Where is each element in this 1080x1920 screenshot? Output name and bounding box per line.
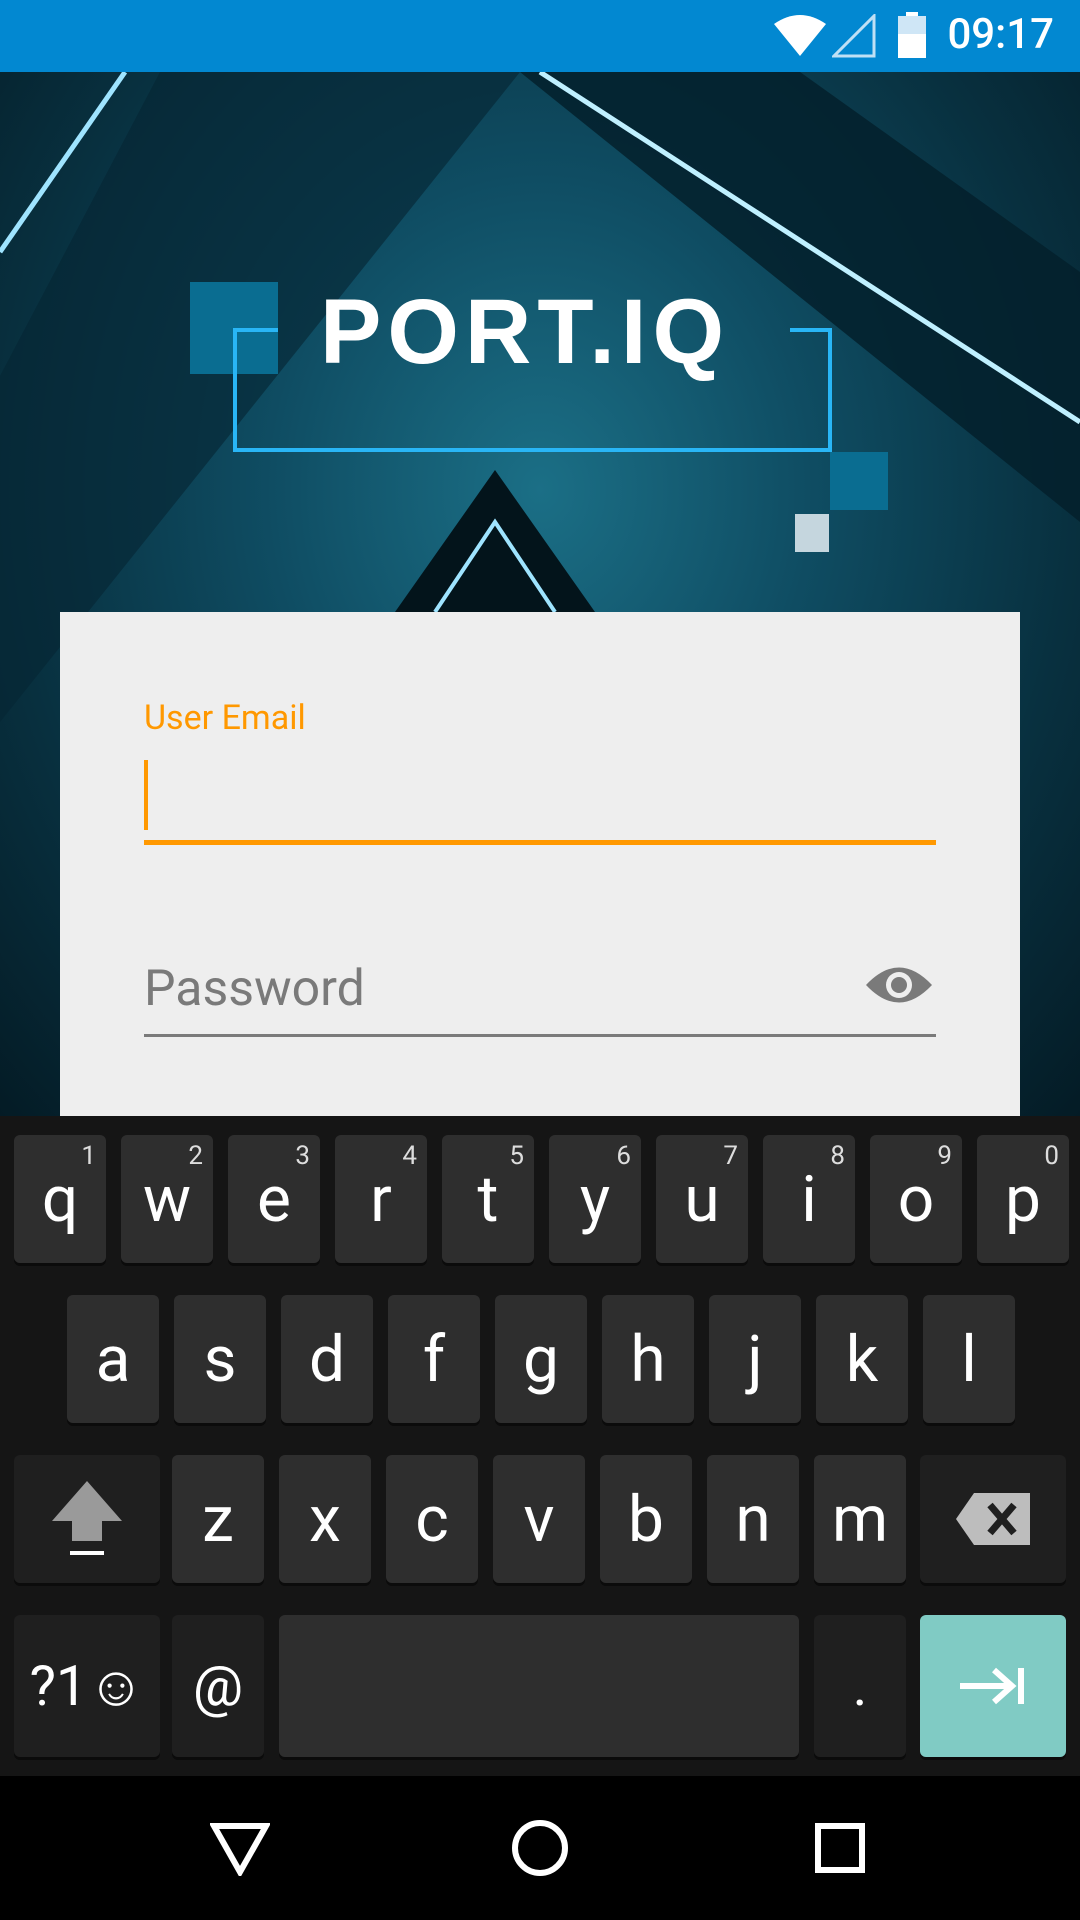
back-icon[interactable] [210,1820,270,1876]
key-z[interactable]: z [172,1455,264,1583]
key-label: d [308,1321,346,1397]
key-v[interactable]: v [493,1455,585,1583]
key-x[interactable]: x [279,1455,371,1583]
key-hint: 2 [188,1141,203,1171]
key-n[interactable]: n [707,1455,799,1583]
backspace-key[interactable] [920,1455,1066,1583]
key-u[interactable]: u7 [656,1135,748,1263]
email-label: User Email [144,698,306,738]
key-label: l [961,1321,977,1397]
key-hint: 8 [830,1141,845,1171]
key-label: j [747,1321,763,1397]
key-label: q [41,1161,79,1237]
home-icon[interactable] [510,1818,570,1878]
key-label: u [684,1161,720,1237]
shift-icon [52,1481,122,1555]
key-y[interactable]: y6 [549,1135,641,1263]
key-label: a [95,1321,131,1397]
login-card: User Email Password [60,612,1020,1116]
key-p[interactable]: p0 [977,1135,1069,1263]
period-key-label: . [852,1653,868,1719]
text-caret [144,760,148,830]
key-label: v [523,1481,555,1557]
key-label: g [523,1321,559,1397]
key-label: h [630,1321,666,1397]
tab-next-icon [960,1667,1024,1705]
email-underline [144,840,936,845]
key-t[interactable]: t5 [442,1135,534,1263]
shift-key[interactable] [14,1455,160,1583]
key-label: x [309,1481,341,1557]
key-hint: 6 [616,1141,631,1171]
key-q[interactable]: q1 [14,1135,106,1263]
key-s[interactable]: s [174,1295,266,1423]
battery-icon [898,12,926,58]
key-label: c [415,1481,449,1557]
key-j[interactable]: j [709,1295,801,1423]
key-a[interactable]: a [67,1295,159,1423]
recents-icon[interactable] [814,1822,866,1874]
at-key-label: @ [192,1653,244,1719]
key-label: p [1005,1161,1041,1237]
key-hint: 0 [1044,1141,1059,1171]
navigation-bar [0,1776,1080,1920]
key-k[interactable]: k [816,1295,908,1423]
key-label: e [257,1161,291,1237]
key-label: s [203,1321,237,1397]
password-field[interactable]: Password [144,942,844,1042]
key-label: b [628,1481,664,1557]
key-l[interactable]: l [923,1295,1015,1423]
soft-keyboard: q1w2e3r4t5y6u7i8o9p0 asdfghjkl zxcvbnm ?… [0,1116,1080,1776]
symbols-key[interactable]: ?1☺ [14,1615,160,1757]
wifi-icon [774,15,826,56]
key-f[interactable]: f [388,1295,480,1423]
key-label: i [801,1161,817,1237]
password-placeholder: Password [144,960,365,1018]
key-hint: 1 [81,1141,96,1171]
email-field[interactable] [144,760,936,860]
clock: 09:17 [947,10,1054,59]
at-key[interactable]: @ [172,1615,264,1757]
key-label: t [477,1161,499,1237]
key-w[interactable]: w2 [121,1135,213,1263]
key-b[interactable]: b [600,1455,692,1583]
key-r[interactable]: r4 [335,1135,427,1263]
key-hint: 4 [402,1141,417,1171]
eye-icon[interactable] [864,962,934,1008]
key-e[interactable]: e3 [228,1135,320,1263]
key-d[interactable]: d [281,1295,373,1423]
key-label: w [142,1161,192,1237]
key-label: k [845,1321,879,1397]
key-o[interactable]: o9 [870,1135,962,1263]
key-label: o [897,1161,935,1237]
period-key[interactable]: . [814,1615,906,1757]
app-logo-text: PORT.IQ [320,281,731,383]
key-c[interactable]: c [386,1455,478,1583]
key-hint: 3 [295,1141,310,1171]
key-label: y [579,1161,611,1237]
key-label: n [735,1481,771,1557]
key-h[interactable]: h [602,1295,694,1423]
key-hint: 7 [723,1141,738,1171]
status-bar: 09:17 [0,0,1080,72]
key-label: r [370,1161,392,1237]
symbols-key-label: ?1☺ [29,1653,145,1719]
key-i[interactable]: i8 [763,1135,855,1263]
key-hint: 9 [937,1141,952,1171]
key-label: m [831,1481,889,1557]
key-m[interactable]: m [814,1455,906,1583]
key-hint: 5 [509,1141,524,1171]
key-g[interactable]: g [495,1295,587,1423]
key-label: z [202,1481,234,1557]
next-key[interactable] [920,1615,1066,1757]
backspace-icon [956,1493,1030,1545]
key-label: f [422,1321,446,1397]
cell-signal-icon [832,14,876,58]
space-key[interactable] [279,1615,799,1757]
password-underline [144,1034,936,1037]
